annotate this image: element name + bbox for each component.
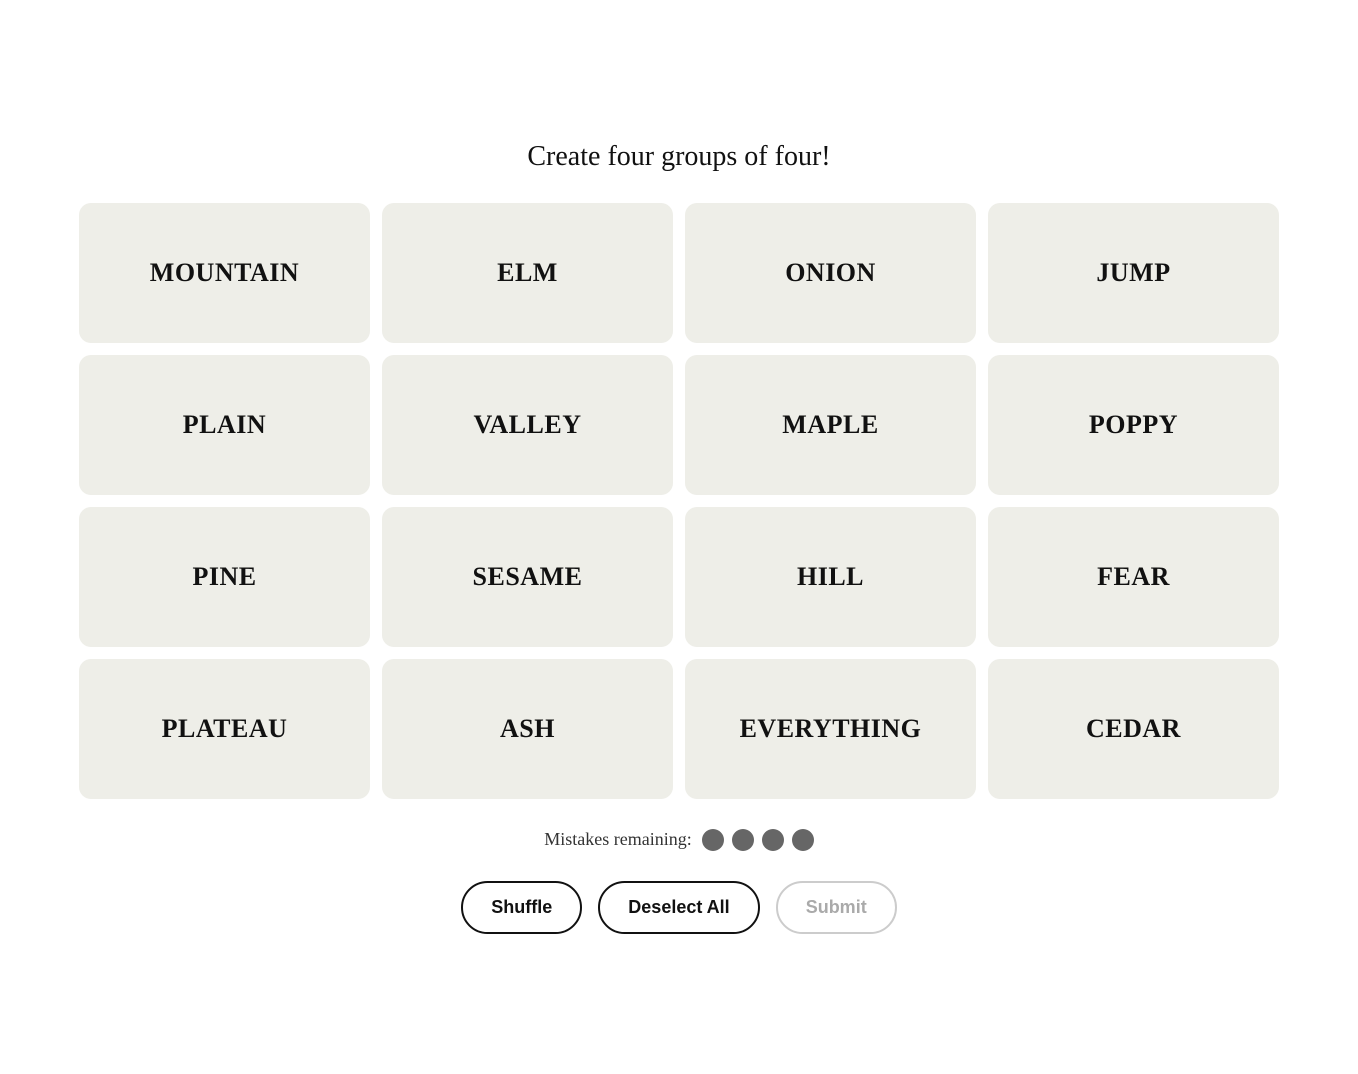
mistake-dot-2 (732, 829, 754, 851)
card-plateau[interactable]: PLATEAU (79, 659, 370, 799)
card-hill[interactable]: HILL (685, 507, 976, 647)
card-mountain-text: MOUNTAIN (150, 258, 299, 288)
card-plain[interactable]: PLAIN (79, 355, 370, 495)
card-ash-text: ASH (500, 714, 555, 744)
card-jump-text: JUMP (1096, 258, 1170, 288)
card-sesame-text: SESAME (473, 562, 583, 592)
card-plateau-text: PLATEAU (162, 714, 288, 744)
card-maple-text: MAPLE (782, 410, 878, 440)
card-poppy[interactable]: POPPY (988, 355, 1279, 495)
buttons-section: Shuffle Deselect All Submit (461, 881, 896, 934)
card-fear[interactable]: FEAR (988, 507, 1279, 647)
card-jump[interactable]: JUMP (988, 203, 1279, 343)
card-everything[interactable]: EVERYTHING (685, 659, 976, 799)
card-pine-text: PINE (192, 562, 256, 592)
card-maple[interactable]: MAPLE (685, 355, 976, 495)
card-pine[interactable]: PINE (79, 507, 370, 647)
card-valley-text: VALLEY (473, 410, 581, 440)
page-title: Create four groups of four! (527, 141, 830, 173)
mistakes-dots (702, 829, 814, 851)
mistakes-label: Mistakes remaining: (544, 829, 691, 850)
mistake-dot-3 (762, 829, 784, 851)
card-onion[interactable]: ONION (685, 203, 976, 343)
card-everything-text: EVERYTHING (740, 714, 922, 744)
mistakes-section: Mistakes remaining: (544, 829, 813, 851)
deselect-all-button[interactable]: Deselect All (598, 881, 759, 934)
card-onion-text: ONION (785, 258, 876, 288)
mistake-dot-1 (702, 829, 724, 851)
card-valley[interactable]: VALLEY (382, 355, 673, 495)
card-elm-text: ELM (497, 258, 558, 288)
card-cedar-text: CEDAR (1086, 714, 1181, 744)
card-poppy-text: POPPY (1089, 410, 1178, 440)
card-cedar[interactable]: CEDAR (988, 659, 1279, 799)
card-plain-text: PLAIN (183, 410, 266, 440)
card-hill-text: HILL (797, 562, 864, 592)
card-fear-text: FEAR (1097, 562, 1170, 592)
word-grid: MOUNTAIN ELM ONION JUMP PLAIN VALLEY MAPLE POPP… (79, 203, 1279, 799)
mistake-dot-4 (792, 829, 814, 851)
shuffle-button[interactable]: Shuffle (461, 881, 582, 934)
card-mountain[interactable]: MOUNTAIN (79, 203, 370, 343)
card-ash[interactable]: ASH (382, 659, 673, 799)
submit-button[interactable]: Submit (776, 881, 897, 934)
card-elm[interactable]: ELM (382, 203, 673, 343)
card-sesame[interactable]: SESAME (382, 507, 673, 647)
game-container: Create four groups of four! MOUNTAIN ELM O… (79, 141, 1279, 934)
